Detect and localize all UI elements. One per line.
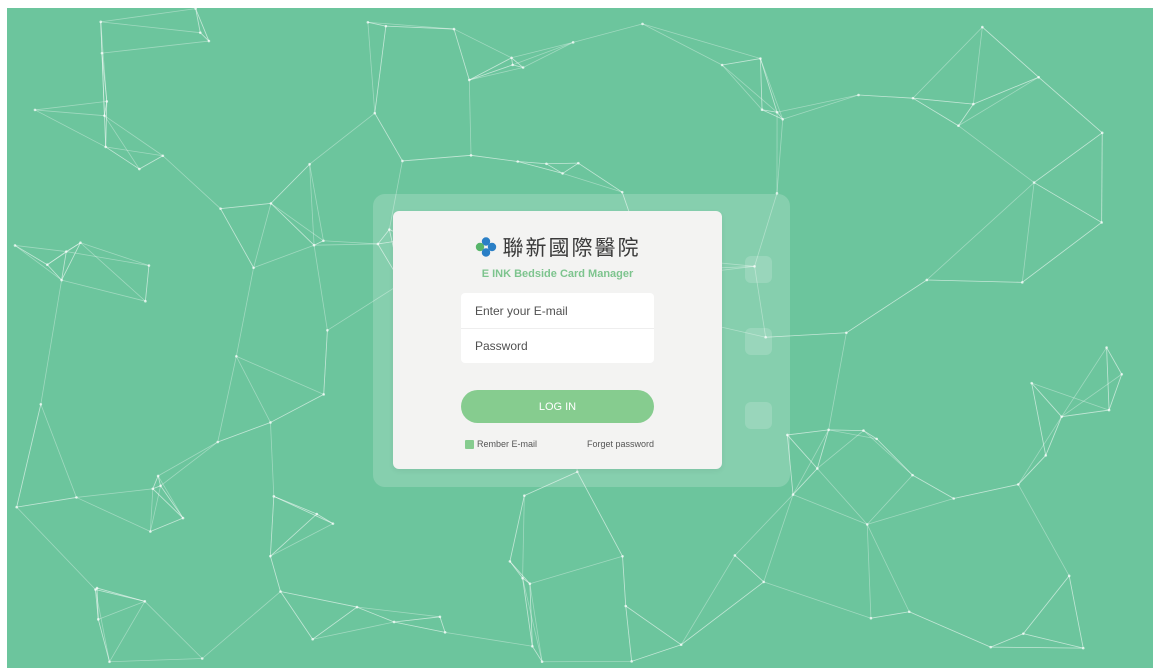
checkbox-checked-icon[interactable] (465, 439, 474, 449)
brand-header: 聯新國際醫院 (393, 231, 722, 263)
app-subtitle: E INK Bedside Card Manager (481, 268, 634, 280)
password-field[interactable] (461, 328, 654, 363)
panel-tab (745, 402, 772, 429)
hospital-name: 聯新國際醫院 (502, 236, 641, 260)
forgot-password-link[interactable]: Forget password (587, 439, 654, 449)
panel-tab (745, 328, 772, 355)
clover-logo-icon (475, 236, 497, 258)
login-button[interactable]: LOG IN (461, 390, 654, 423)
remember-email-checkbox[interactable]: Rember E-mail (465, 439, 537, 449)
remember-email-label: Rember E-mail (477, 439, 538, 449)
email-field[interactable] (461, 293, 654, 328)
panel-tab (745, 256, 772, 283)
credentials-group (461, 293, 654, 363)
login-card: 聯新國際醫院 E INK Bedside Card Manager LOG IN… (393, 211, 722, 469)
